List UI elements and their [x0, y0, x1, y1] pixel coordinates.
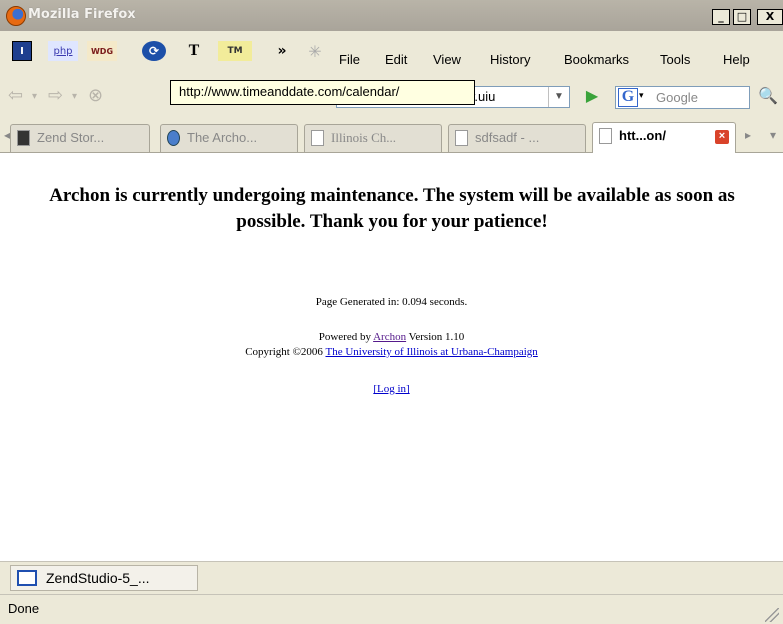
page-content: Archon is currently undergoing maintenan… — [0, 153, 783, 565]
title-bar: Mozilla Firefox _ □ X — [0, 0, 783, 31]
throbber-icon: ✳ — [308, 41, 322, 61]
bookmark-tm-button[interactable]: TM — [218, 41, 252, 61]
tab-archon[interactable]: The Archo... — [160, 124, 298, 152]
tab-label: htt...on/ — [619, 128, 666, 143]
tab-sdfsadf[interactable]: sdfsadf - ... — [448, 124, 586, 152]
tab-label: Zend Stor... — [37, 130, 105, 145]
copyright-line: Copyright ©2006 The University of Illino… — [0, 346, 783, 358]
firefox-logo-icon — [6, 6, 26, 26]
forward-dropdown-icon[interactable]: ▾ — [72, 91, 77, 113]
search-box[interactable]: G ▾ Google — [615, 86, 750, 109]
go-button[interactable]: ▶ — [580, 86, 604, 108]
university-link[interactable]: The University of Illinois at Urbana-Cha… — [325, 346, 537, 358]
window-title: Mozilla Firefox — [28, 7, 136, 22]
menu-edit[interactable]: Edit — [385, 52, 407, 67]
tab-label: sdfsadf - ... — [475, 130, 540, 145]
bookmark-nytimes-button[interactable]: T — [183, 41, 205, 61]
menu-tools[interactable]: Tools — [660, 52, 690, 67]
tab-label: The Archo... — [187, 130, 258, 145]
login-link[interactable]: [Log in] — [373, 383, 409, 395]
engine-dropdown-icon[interactable]: ▾ — [639, 91, 644, 101]
copyright-prefix: Copyright ©2006 — [245, 346, 326, 358]
powered-by-line: Powered by Archon Version 1.10 — [0, 331, 783, 343]
status-text: Done — [8, 601, 40, 616]
bookmark-wdg-button[interactable]: WDG — [87, 41, 117, 61]
menu-help[interactable]: Help — [723, 52, 750, 67]
tab-strip: ◂ Zend Stor... The Archo... Illinois Ch.… — [0, 116, 783, 153]
menu-view[interactable]: View — [433, 52, 461, 67]
scroll-tabs-right-icon[interactable]: ▸ — [745, 128, 751, 142]
taskbar-item-label: ZendStudio-5_... — [46, 570, 150, 586]
bookmarks-overflow-button[interactable]: » — [272, 41, 292, 61]
login-line: [Log in] — [0, 383, 783, 395]
search-placeholder: Google — [656, 90, 698, 105]
close-tab-icon[interactable]: × — [715, 130, 729, 144]
maintenance-message: Archon is currently undergoing maintenan… — [49, 185, 735, 232]
bookmark-php-button[interactable]: php — [48, 41, 78, 61]
archon-favicon-icon — [167, 130, 180, 146]
window-icon — [17, 570, 37, 586]
zend-favicon-icon — [17, 130, 30, 146]
search-magnifier-icon[interactable]: 🔍 — [755, 86, 781, 109]
status-bar: Done — [0, 594, 783, 624]
close-window-button[interactable]: X — [757, 9, 783, 25]
bookmark-globe-icon[interactable]: ⟳ — [142, 41, 166, 61]
tab-illinois[interactable]: Illinois Ch... — [304, 124, 442, 152]
google-engine-icon[interactable]: G — [618, 88, 638, 107]
bookmark-i-button[interactable]: I — [12, 41, 32, 61]
resize-grip-icon[interactable] — [765, 608, 779, 622]
menu-file[interactable]: File — [339, 52, 360, 67]
archon-link[interactable]: Archon — [373, 331, 406, 343]
page-favicon-icon — [455, 130, 468, 146]
page-generated-text: Page Generated in: 0.094 seconds. — [315, 296, 468, 308]
page-favicon-icon — [311, 130, 324, 146]
all-tabs-dropdown-icon[interactable]: ▾ — [770, 128, 776, 142]
tab-zend-store[interactable]: Zend Stor... — [10, 124, 150, 152]
forward-icon[interactable]: ⇨ — [48, 85, 63, 107]
menu-bookmarks[interactable]: Bookmarks — [564, 52, 629, 67]
minimize-button[interactable]: _ — [712, 9, 730, 25]
taskbar: ZendStudio-5_... — [0, 561, 783, 594]
back-icon[interactable]: ⇦ — [8, 85, 23, 107]
menu-toolbar: I php WDG ⟳ T TM » ✳ File Edit View Hist… — [0, 31, 783, 76]
menu-history[interactable]: History — [490, 52, 530, 67]
tab-active[interactable]: htt...on/ × — [592, 122, 736, 153]
url-dropdown-icon[interactable]: ▼ — [548, 87, 569, 107]
powered-suffix: Version 1.10 — [406, 331, 465, 343]
link-tooltip: http://www.timeanddate.com/calendar/ — [170, 80, 475, 105]
taskbar-zendstudio-button[interactable]: ZendStudio-5_... — [10, 565, 198, 591]
back-dropdown-icon[interactable]: ▾ — [32, 91, 37, 113]
stop-icon[interactable]: ⊗ — [88, 85, 103, 107]
page-favicon-icon — [599, 128, 612, 144]
powered-prefix: Powered by — [318, 331, 374, 343]
maximize-button[interactable]: □ — [733, 9, 751, 25]
tab-label: Illinois Ch... — [331, 130, 397, 145]
